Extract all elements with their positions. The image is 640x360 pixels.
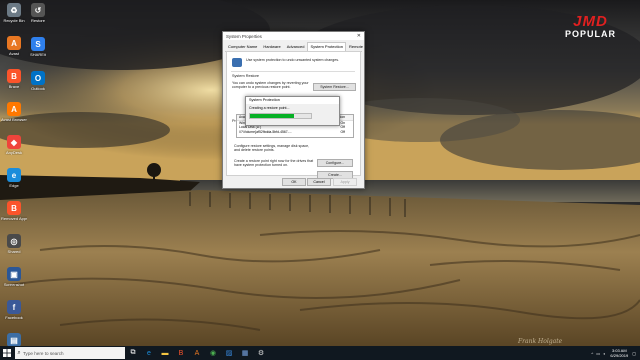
brave-removed-icon: B xyxy=(7,201,21,215)
tab-computer-name[interactable]: Computer Name xyxy=(225,42,260,51)
desktop-icon[interactable]: A Avast xyxy=(1,36,27,56)
chrome-icon[interactable]: ◉ xyxy=(205,346,221,360)
desktop-icon-label: Outlook xyxy=(31,86,45,91)
dialog-titlebar[interactable]: System Properties ✕ xyxy=(223,32,364,40)
desktop-icon[interactable]: e Edge xyxy=(1,168,27,188)
desktop-icon-label: AnyDesk xyxy=(5,150,22,155)
close-icon[interactable]: ✕ xyxy=(354,33,364,39)
desktop-icon[interactable]: A Avast Browser xyxy=(1,102,27,122)
desktop-icon-label: Shared xyxy=(7,249,21,254)
desktop-icon[interactable]: ♻ Recycle Bin xyxy=(1,3,27,23)
settings-icon[interactable]: ⚙ xyxy=(253,346,269,360)
drive-name: \\?\Volume{af52fbdda-5bfd-4567-... xyxy=(239,129,292,134)
desktop-icon-label: Brave xyxy=(8,84,20,89)
progress-bar-fill xyxy=(250,114,294,118)
documents-icon: ▤ xyxy=(7,333,21,347)
shareit-icon: S xyxy=(31,37,45,51)
desktop-icon[interactable]: ▣ Screenshot xyxy=(1,267,27,287)
intro-text: Use system protection to undo unwanted s… xyxy=(246,58,340,62)
channel-logo: JMD POPULAR xyxy=(565,14,616,39)
volume-icon[interactable]: ◖ xyxy=(603,351,605,356)
start-button[interactable] xyxy=(0,346,14,360)
table-row[interactable]: \\?\Volume{af52fbdda-5bfd-4567-... Off xyxy=(237,130,353,135)
avast-icon: A xyxy=(7,36,21,50)
desktop-icon[interactable]: B Brave xyxy=(1,69,27,89)
configure-button[interactable]: Configure... xyxy=(317,159,353,167)
edge-icon[interactable]: e xyxy=(141,346,157,360)
system-tray: ^ ▭ ◖ 3:03 AM 6/29/2019 ▢ xyxy=(591,346,636,360)
divider xyxy=(231,71,355,72)
store-icon[interactable]: ▦ xyxy=(237,346,253,360)
facebook-icon: f xyxy=(7,300,21,314)
brave-icon: B xyxy=(7,69,21,83)
desktop-icon-label: Edge xyxy=(9,183,19,188)
desktop-icon-label: Avast Browser xyxy=(1,117,27,122)
clock[interactable]: 3:03 AM 6/29/2019 xyxy=(610,348,628,358)
system-protection-progress-dialog: System Protection Creating a restore poi… xyxy=(245,96,340,126)
system-restore-button[interactable]: System Restore... xyxy=(313,83,356,91)
logo-line2: POPULAR xyxy=(564,29,616,39)
photographer-signature: Frank Holgate xyxy=(518,338,563,345)
chevron-up-icon[interactable]: ^ xyxy=(591,351,593,356)
desktop-icon[interactable]: f Facebook xyxy=(1,300,27,320)
create-text: Create a restore point right now for the… xyxy=(234,159,314,168)
avast-browser-icon: A xyxy=(7,102,21,116)
brave-icon[interactable]: B xyxy=(173,346,189,360)
progress-message: Creating a restore point... xyxy=(249,106,290,110)
desktop-icon-label: Screenshot xyxy=(3,282,25,287)
apply-button[interactable]: Apply xyxy=(333,178,357,186)
progress-dialog-title: System Protection xyxy=(246,97,339,104)
logo-line1: JMD xyxy=(573,13,608,30)
edge-icon: e xyxy=(7,168,21,182)
avast-icon[interactable]: A xyxy=(189,346,205,360)
notification-icon[interactable]: ▢ xyxy=(632,351,636,356)
anydesk-icon: ◆ xyxy=(7,135,21,149)
shield-icon xyxy=(232,58,242,67)
desktop-icon-label: Recycle Bin xyxy=(3,18,25,23)
desktop-icon-label: Facebook xyxy=(5,315,23,320)
windows-logo-icon xyxy=(3,349,11,357)
configure-text: Configure restore settings, manage disk … xyxy=(234,144,310,153)
app-icon: ◎ xyxy=(7,234,21,248)
outlook-icon: O xyxy=(31,71,45,85)
dialog-title: System Properties xyxy=(226,33,262,39)
restore-text: You can undo system changes by reverting… xyxy=(232,81,309,90)
desktop-icon[interactable]: O Outlook xyxy=(25,71,51,91)
drive-status: Off xyxy=(340,129,345,134)
desktop-icon-label: Avast xyxy=(9,51,19,56)
desktop-icon-label: SHAREit xyxy=(30,52,46,57)
desktop-icon-label: Restore xyxy=(30,18,45,23)
desktop-icon[interactable]: B Removed Apps xyxy=(1,201,27,221)
task-view-icon[interactable]: ⧉ xyxy=(125,346,141,360)
taskbar: ⌕ Type here to search ⧉ e ▬ B A ◉ ▨ ▦ ⚙ ^ ▭ ◖ 3:… xyxy=(0,346,640,360)
progress-bar xyxy=(249,113,312,119)
restore-icon: ↺ xyxy=(31,3,45,17)
recycle-bin-icon: ♻ xyxy=(7,3,21,17)
desktop-icon[interactable]: ◆ AnyDesk xyxy=(1,135,27,155)
photos-icon[interactable]: ▨ xyxy=(221,346,237,360)
desktop-icon[interactable]: ◎ Shared xyxy=(1,234,27,254)
search-placeholder: Type here to search xyxy=(23,350,64,356)
ok-button[interactable]: OK xyxy=(282,178,306,186)
desktop-icon[interactable]: ↺ Restore xyxy=(25,3,51,23)
file-explorer-icon[interactable]: ▬ xyxy=(157,346,173,360)
tab-remote[interactable]: Remote xyxy=(346,42,366,51)
desktop-icon[interactable]: S SHAREit xyxy=(25,37,51,57)
tab-hardware[interactable]: Hardware xyxy=(260,42,283,51)
clock-date: 6/29/2019 xyxy=(610,353,629,358)
tab-advanced[interactable]: Advanced xyxy=(284,42,308,51)
restore-section-title: System Restore xyxy=(232,74,260,78)
cancel-button[interactable]: Cancel xyxy=(307,178,331,186)
search-icon: ⌕ xyxy=(17,349,21,356)
network-icon[interactable]: ▭ xyxy=(596,351,600,356)
pinned-apps: ⧉ e ▬ B A ◉ ▨ ▦ ⚙ xyxy=(125,346,269,360)
search-box[interactable]: ⌕ Type here to search xyxy=(15,347,125,359)
screenshot-icon: ▣ xyxy=(7,267,21,281)
desktop-icon-label: Removed Apps xyxy=(1,216,27,221)
